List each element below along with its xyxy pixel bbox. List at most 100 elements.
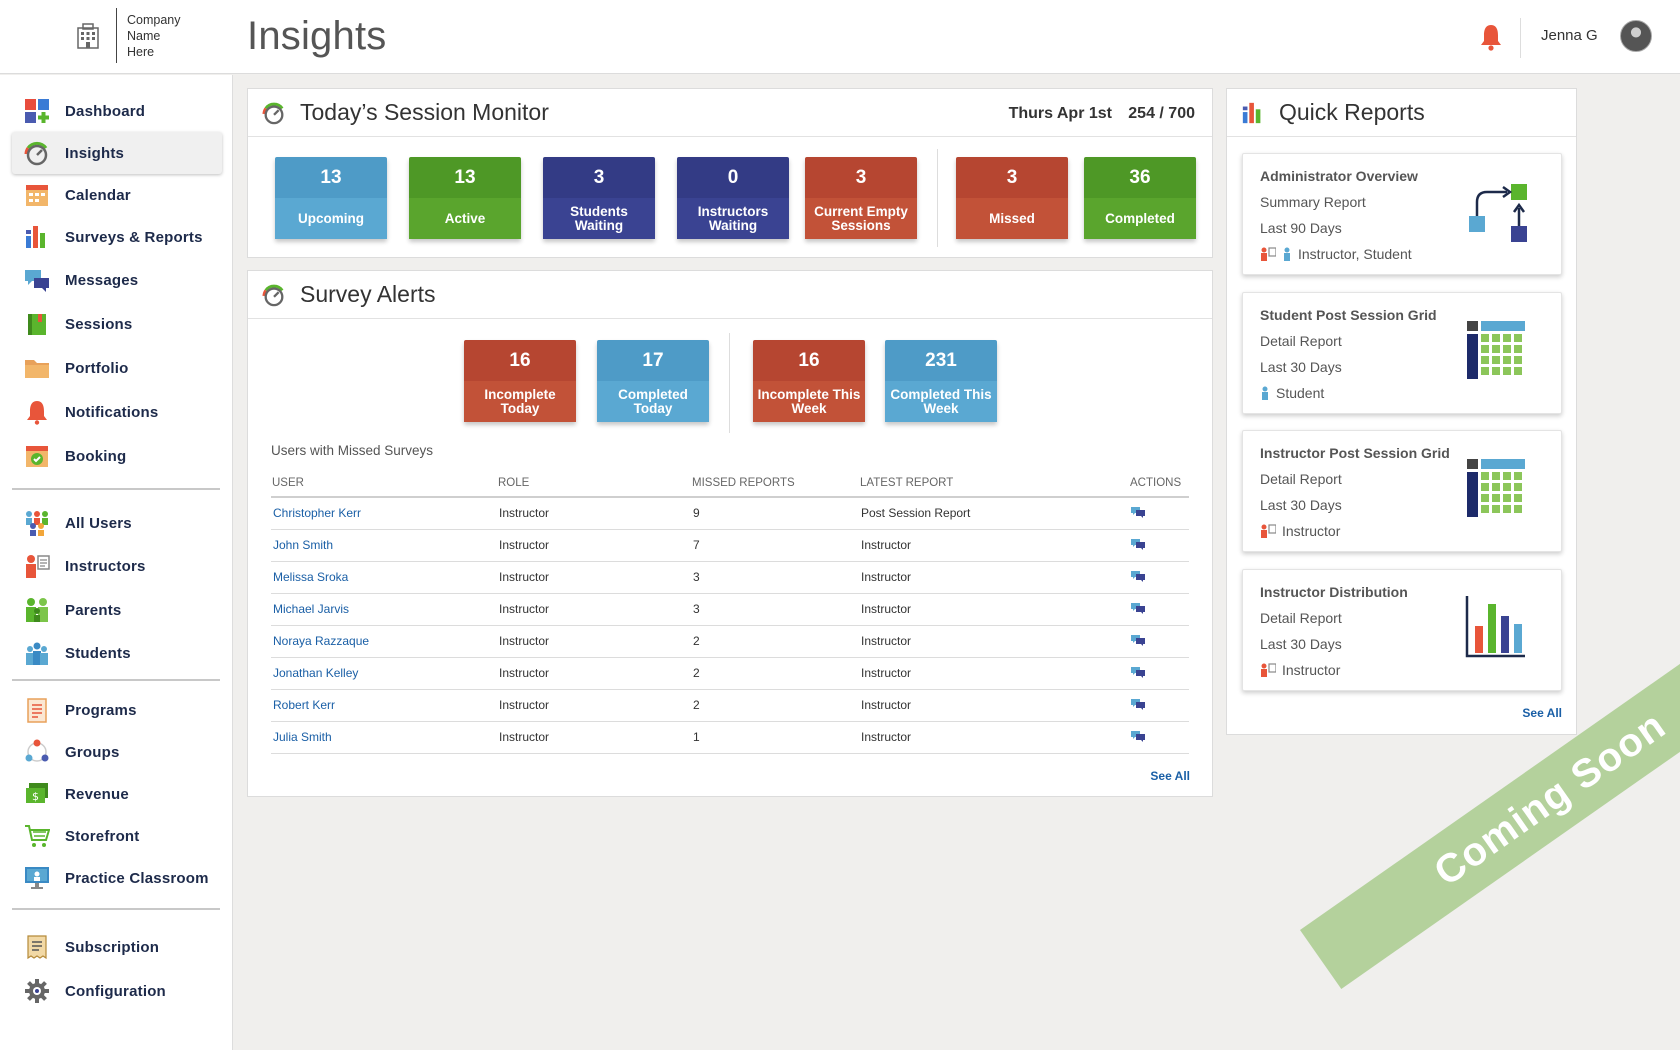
sidebar-item-practice-classroom[interactable]: Practice Classroom <box>12 857 222 899</box>
user-link[interactable]: Melissa Sroka <box>273 570 348 584</box>
completed-tile[interactable]: 36 Completed <box>1084 157 1196 239</box>
sidebar-divider <box>12 679 220 681</box>
column-header[interactable]: LATEST REPORT <box>859 469 1129 498</box>
completed-this-week-tile[interactable]: 231 Completed This Week <box>885 340 997 422</box>
report-audience: Instructor <box>1260 662 1340 678</box>
sidebar-item-insights[interactable]: Insights <box>12 132 222 174</box>
upcoming-tile[interactable]: 13 Upcoming <box>275 157 387 239</box>
nav-label: Insights <box>65 144 125 162</box>
user-cell: Jonathan Kelley <box>271 657 497 690</box>
nav-label: Groups <box>65 743 120 761</box>
user-link[interactable]: Jonathan Kelley <box>273 666 358 680</box>
report-range: Last 90 Days <box>1260 220 1342 236</box>
report-type: Detail Report <box>1260 610 1342 626</box>
nav-label: Instructors <box>65 557 146 575</box>
sidebar-item-messages[interactable]: Messages <box>12 259 222 301</box>
audience-label: Student <box>1276 385 1325 401</box>
report-range: Last 30 Days <box>1260 636 1342 652</box>
survey-alerts-panel: Survey Alerts 16 Incomplete Today 17 Compl… <box>247 270 1213 797</box>
sidebar: Dashboard Insights Calendar Surveys & Re… <box>0 75 233 1050</box>
user-cell: Robert Kerr <box>271 689 497 722</box>
company-name: Company Name Here <box>127 13 181 59</box>
sidebar-item-groups[interactable]: Groups <box>12 731 222 773</box>
column-header[interactable]: ROLE <box>497 469 691 498</box>
message-icon[interactable] <box>1131 538 1145 550</box>
nav-label: Notifications <box>65 403 159 421</box>
sidebar-item-sessions[interactable]: Sessions <box>12 303 222 345</box>
message-icon[interactable] <box>1131 602 1145 614</box>
sidebar-item-configuration[interactable]: Configuration <box>12 970 222 1012</box>
instructor-icon <box>1261 663 1276 677</box>
tile-label: Completed <box>1084 198 1196 239</box>
notification-bell-icon[interactable] <box>1479 23 1503 51</box>
incomplete-today-tile[interactable]: 16 Incomplete Today <box>464 340 576 422</box>
sidebar-item-notifications[interactable]: Notifications <box>12 391 222 433</box>
sidebar-item-all-users[interactable]: All Users <box>12 502 222 544</box>
reports-see-all-link[interactable]: See All <box>1522 706 1562 720</box>
sidebar-item-surveys-reports[interactable]: Surveys & Reports <box>12 216 222 258</box>
sidebar-item-dashboard[interactable]: Dashboard <box>12 90 222 132</box>
completed-today-tile[interactable]: 17 Completed Today <box>597 340 709 422</box>
report-card-administrator-overview[interactable]: Administrator Overview Summary Report La… <box>1242 153 1562 275</box>
grid-icon <box>1467 321 1525 379</box>
tile-value: 36 <box>1129 167 1151 188</box>
user-link[interactable]: Robert Kerr <box>273 698 335 712</box>
report-card-instructor-post-session-grid[interactable]: Instructor Post Session Grid Detail Repo… <box>1242 430 1562 552</box>
actions-cell <box>1129 497 1189 530</box>
tile-value: 16 <box>798 350 820 371</box>
svg-text:$: $ <box>32 790 39 803</box>
student-icon <box>1262 386 1268 400</box>
current-empty-sessions-tile[interactable]: 3 Current Empty Sessions <box>805 157 917 239</box>
user-link[interactable]: Michael Jarvis <box>273 602 349 616</box>
message-icon[interactable] <box>1131 634 1145 646</box>
sidebar-item-instructors[interactable]: Instructors <box>12 545 222 587</box>
message-icon[interactable] <box>1131 506 1145 518</box>
latest-report-cell: Instructor <box>859 625 1129 658</box>
sidebar-item-portfolio[interactable]: Portfolio <box>12 347 222 389</box>
report-card-instructor-distribution[interactable]: Instructor Distribution Detail Report La… <box>1242 569 1562 691</box>
users-icon <box>26 511 48 536</box>
table-row: Jonathan Kelley Instructor 2 Instructor <box>271 657 1189 690</box>
sidebar-item-storefront[interactable]: Storefront <box>12 815 222 857</box>
user-link[interactable]: Christopher Kerr <box>273 506 361 520</box>
sidebar-item-revenue[interactable]: $ Revenue <box>12 773 222 815</box>
students-waiting-tile[interactable]: 3 Students Waiting <box>543 157 655 239</box>
incomplete-this-week-tile[interactable]: 16 Incomplete This Week <box>753 340 865 422</box>
sidebar-item-subscription[interactable]: Subscription <box>12 926 222 968</box>
latest-report-cell: Post Session Report <box>859 497 1129 530</box>
table-row: Melissa Sroka Instructor 3 Instructor <box>271 561 1189 594</box>
instructors-waiting-tile[interactable]: 0 Instructors Waiting <box>677 157 789 239</box>
chat-icon <box>25 270 49 292</box>
column-header[interactable]: MISSED REPORTS <box>691 469 859 498</box>
user-link[interactable]: Noraya Razzaque <box>273 634 369 648</box>
sidebar-item-booking[interactable]: Booking <box>12 435 222 477</box>
instructor-icon <box>1261 247 1276 261</box>
message-icon[interactable] <box>1131 666 1145 678</box>
book-icon <box>28 314 46 335</box>
active-tile[interactable]: 13 Active <box>409 157 521 239</box>
missed-tile[interactable]: 3 Missed <box>956 157 1068 239</box>
sidebar-item-parents[interactable]: Parents <box>12 589 222 631</box>
sidebar-item-students[interactable]: Students <box>12 632 222 674</box>
latest-report-cell: Instructor <box>859 657 1129 690</box>
sidebar-item-programs[interactable]: Programs <box>12 689 222 731</box>
survey-see-all-link[interactable]: See All <box>1150 769 1190 783</box>
monitor-icon <box>25 867 49 889</box>
bar-chart-icon <box>1465 596 1525 658</box>
column-header[interactable]: USER <box>271 469 497 498</box>
avatar[interactable] <box>1620 20 1652 52</box>
logo-divider <box>116 8 117 63</box>
user-name[interactable]: Jenna G <box>1541 27 1598 44</box>
sidebar-item-calendar[interactable]: Calendar <box>12 174 222 216</box>
message-icon[interactable] <box>1131 570 1145 582</box>
actions-cell <box>1129 657 1189 690</box>
table-row: Noraya Razzaque Instructor 2 Instructor <box>271 625 1189 658</box>
tile-value: 13 <box>320 167 342 188</box>
cart-icon <box>25 825 50 847</box>
report-card-student-post-session-grid[interactable]: Student Post Session Grid Detail Report … <box>1242 292 1562 414</box>
user-link[interactable]: Julia Smith <box>273 730 332 744</box>
instructor-icon <box>26 555 50 578</box>
message-icon[interactable] <box>1131 730 1145 742</box>
message-icon[interactable] <box>1131 698 1145 710</box>
user-link[interactable]: John Smith <box>273 538 333 552</box>
